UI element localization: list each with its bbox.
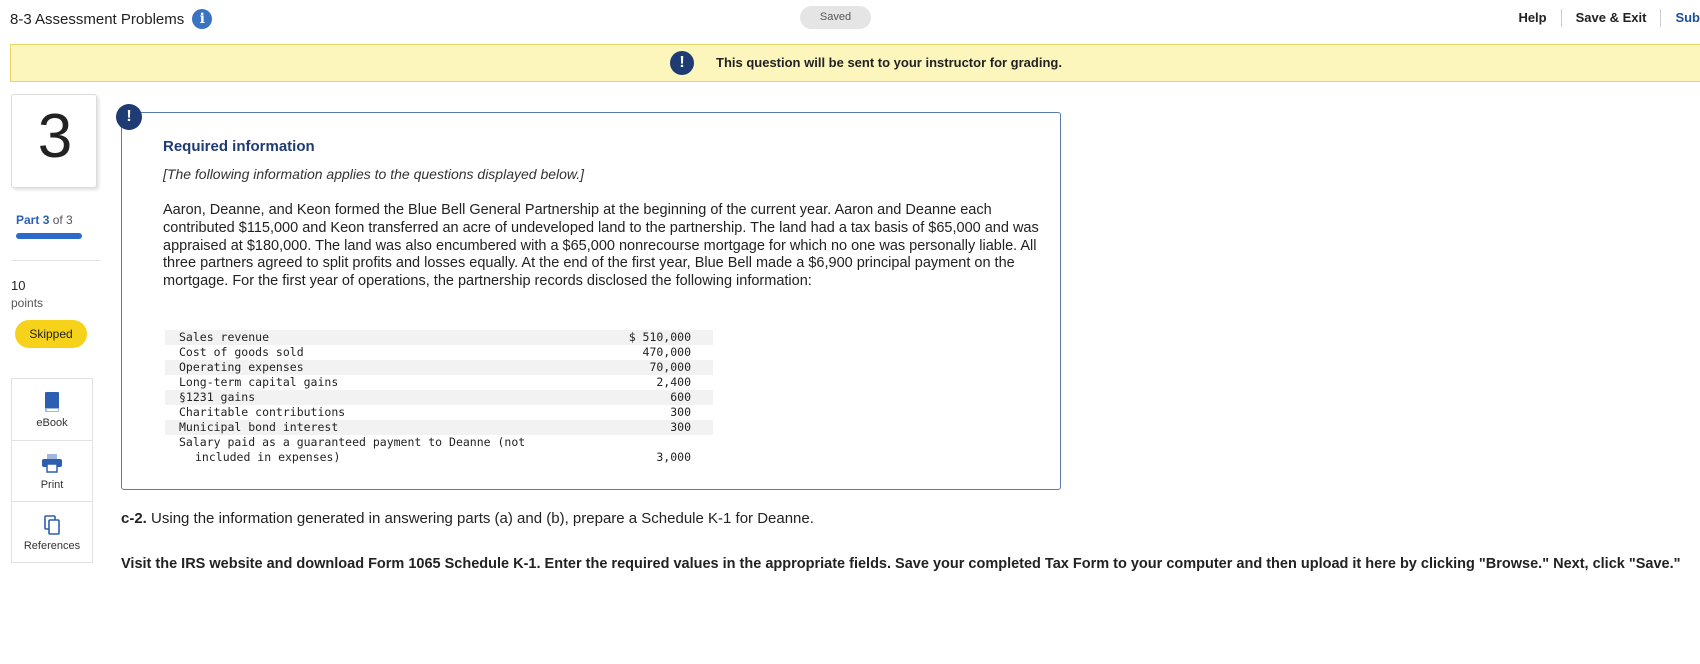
- question-prompt: c-2. Using the information generated in …: [121, 510, 814, 527]
- table-row: §1231 gains 600: [165, 390, 713, 405]
- required-info-subtitle: [The following information applies to th…: [163, 166, 585, 182]
- row-label: Operating expenses: [165, 360, 603, 375]
- table-row: Sales revenue $ 510,000: [165, 330, 713, 345]
- grading-notice-text: This question will be sent to your instr…: [716, 55, 1062, 70]
- row-value: 300: [670, 405, 691, 419]
- financial-data-table: Sales revenue $ 510,000 Cost of goods so…: [165, 330, 713, 465]
- row-value: 470,000: [642, 345, 691, 359]
- part-total: of 3: [52, 213, 73, 227]
- table-row: Salary paid as a guaranteed payment to D…: [165, 435, 713, 450]
- table-row: Charitable contributions 300: [165, 405, 713, 420]
- table-row: Operating expenses 70,000: [165, 360, 713, 375]
- print-label: Print: [40, 479, 64, 491]
- row-value: 2,400: [656, 375, 691, 389]
- row-value: $ 510,000: [603, 330, 713, 345]
- points-label: points: [11, 296, 44, 310]
- book-icon: [12, 391, 92, 413]
- part-current: 3: [42, 213, 50, 227]
- part-progress-bar: [16, 233, 82, 239]
- ebook-button[interactable]: eBook: [12, 379, 92, 440]
- question-text: Using the information generated in answe…: [151, 510, 814, 527]
- grading-notice-banner: ! This question will be sent to your ins…: [10, 44, 1700, 82]
- table-row: Cost of goods sold 470,000: [165, 345, 713, 360]
- table-row: Long-term capital gains 2,400: [165, 375, 713, 390]
- sidebar-divider: [11, 260, 101, 261]
- question-number-box: 3: [11, 94, 97, 188]
- table-row: Municipal bond interest 300: [165, 420, 713, 435]
- row-label: Salary paid as a guaranteed payment to D…: [179, 435, 526, 449]
- submit-button[interactable]: Sub: [1660, 9, 1700, 27]
- row-label: Municipal bond interest: [165, 420, 603, 435]
- required-info-title: Required information: [163, 138, 315, 155]
- row-label: Sales revenue: [165, 330, 603, 345]
- row-label: Charitable contributions: [179, 405, 346, 419]
- row-label: §1231 gains: [165, 390, 603, 405]
- row-value: 70,000: [603, 360, 713, 375]
- resource-tools: eBook Print References: [11, 378, 93, 563]
- copy-icon: [12, 514, 92, 536]
- row-label: Cost of goods sold: [179, 345, 304, 359]
- points-value: 10: [11, 278, 26, 293]
- question-instructions: Visit the IRS website and download Form …: [121, 556, 1681, 572]
- part-label: Part: [16, 213, 40, 227]
- info-icon[interactable]: i: [192, 9, 213, 29]
- ebook-label: eBook: [36, 417, 68, 429]
- status-badge: Skipped: [15, 320, 87, 348]
- top-bar: 8-3 Assessment Problems i Saved Help Sav…: [0, 0, 1700, 36]
- row-value: 300: [603, 420, 713, 435]
- row-value: [603, 435, 713, 450]
- row-value: 600: [603, 390, 713, 405]
- assignment-title-wrap: 8-3 Assessment Problems i: [10, 9, 213, 29]
- help-button[interactable]: Help: [1504, 9, 1560, 27]
- saved-status-badge: Saved: [800, 6, 871, 29]
- exclamation-icon: !: [670, 51, 694, 75]
- alert-icon: !: [116, 104, 142, 130]
- row-label: Long-term capital gains: [179, 375, 339, 389]
- assignment-title: 8-3 Assessment Problems: [10, 10, 185, 28]
- references-label: References: [23, 540, 81, 552]
- required-info-paragraph: Aaron, Deanne, and Keon formed the Blue …: [163, 202, 1039, 290]
- table-row: included in expenses) 3,000: [165, 450, 713, 465]
- print-button[interactable]: Print: [12, 440, 92, 501]
- printer-icon: [12, 453, 92, 475]
- question-number: 3: [37, 102, 73, 171]
- save-exit-button[interactable]: Save & Exit: [1560, 9, 1661, 27]
- question-part-id: c-2.: [121, 510, 147, 527]
- references-button[interactable]: References: [12, 501, 92, 562]
- row-label: included in expenses): [195, 450, 341, 464]
- top-right-menu: Help Save & Exit Sub: [1504, 9, 1700, 27]
- part-indicator: Part 3 of 3: [16, 213, 73, 227]
- row-value: 3,000: [656, 450, 691, 464]
